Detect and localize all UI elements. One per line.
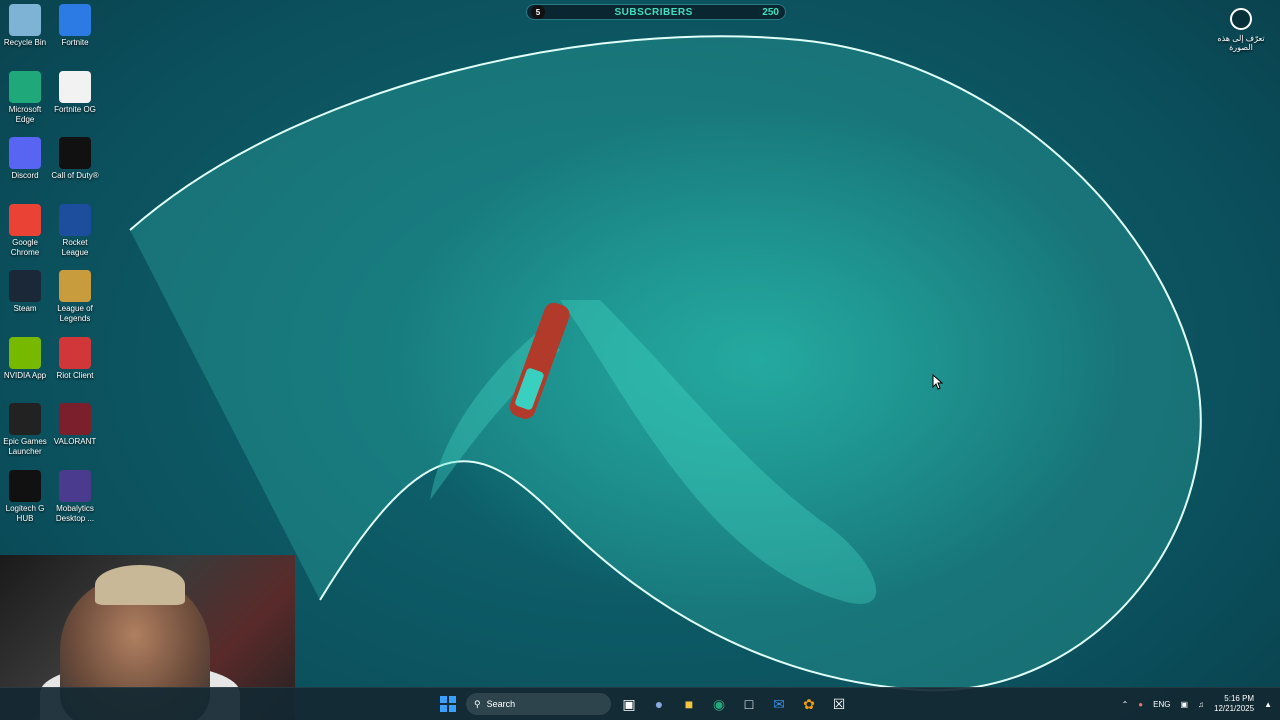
discord-icon <box>9 137 41 169</box>
recycle-bin-icon <box>9 4 41 36</box>
subscriber-counter: 5 SUBSCRIBERS 250 <box>526 4 786 20</box>
desktop-icon-label: Call of Duty® <box>51 171 99 180</box>
desktop-icon[interactable]: Fortnite <box>50 0 100 48</box>
microphone-icon[interactable]: ● <box>1138 700 1143 709</box>
mouse-cursor-icon <box>932 374 944 390</box>
learn-about-picture-label: تعرّف إلى هذه الصورة <box>1217 34 1265 52</box>
chrome-icon <box>9 203 41 236</box>
mobalytics-icon <box>59 469 91 502</box>
windows-icon <box>440 696 456 712</box>
riot-client-icon <box>59 336 91 369</box>
taskbar-file-explorer[interactable]: ■ <box>677 692 701 716</box>
epic-games-icon <box>9 403 41 435</box>
desktop-icon[interactable]: Logitech G HUB <box>0 466 50 524</box>
nvidia-icon <box>9 336 41 369</box>
desktop-icon-label: League of Legends <box>57 304 93 323</box>
file-icon <box>59 70 91 103</box>
desktop-icon-label: VALORANT <box>53 437 97 446</box>
logitech-icon <box>9 469 41 502</box>
desktop-icon-label: Rocket League <box>61 237 89 257</box>
desktop-icon[interactable]: Google Chrome <box>0 200 50 258</box>
desktop-icon-label: Riot Client <box>56 370 94 380</box>
desktop-icon-label: Fortnite <box>61 38 89 47</box>
taskbar-edge[interactable]: ◉ <box>707 692 731 716</box>
desktop-icon-label: Steam <box>13 304 37 313</box>
capcut-icon: ☒ <box>832 695 846 712</box>
desktop-icon[interactable]: Riot Client <box>50 333 100 381</box>
desktop-icon[interactable]: Rocket League <box>50 200 100 258</box>
taskbar-search-box[interactable]: ⚲ Search <box>466 693 611 715</box>
desktop-icon-label: Logitech G HUB <box>5 503 45 523</box>
chevron-up-icon[interactable]: ⌃ <box>1122 700 1129 709</box>
subscriber-goal: 250 <box>762 6 779 18</box>
desktop-icon-label: Epic Games Launcher <box>3 437 47 456</box>
clock-time: 5:16 PM <box>1224 694 1255 703</box>
camera-lens-icon <box>1230 8 1252 30</box>
desktop-icon-label: Mobalytics Desktop ... <box>55 503 95 523</box>
volume-icon[interactable]: ♫ <box>1198 700 1204 709</box>
task-view-button[interactable]: ▣ <box>617 692 641 716</box>
desktop-icon[interactable]: Mobalytics Desktop ... <box>50 466 100 524</box>
desktop-icon-label: Discord <box>11 171 39 180</box>
webcam-person-cap <box>95 565 185 605</box>
tray-language[interactable]: ENG <box>1153 700 1170 709</box>
desktop-icon[interactable]: NVIDIA App <box>0 333 50 381</box>
taskbar: ⚲ Search ▣ ● ■ ◉ □ ✉ ✿ ☒ ⌃ ● ENG ▣ ♫ 5:1… <box>0 687 1280 720</box>
subscriber-title: SUBSCRIBERS <box>614 6 693 18</box>
taskbar-outlook[interactable]: ✉ <box>767 692 791 716</box>
mail-icon: ✉ <box>773 695 785 712</box>
desktop-icon[interactable]: Microsoft Edge <box>0 67 50 125</box>
taskbar-app-orange[interactable]: ✿ <box>797 692 821 716</box>
copilot-icon: ● <box>654 696 664 712</box>
valorant-icon <box>59 403 91 435</box>
taskbar-store[interactable]: □ <box>737 692 761 716</box>
desktop-icon-label: Google Chrome <box>10 237 40 257</box>
store-icon: □ <box>744 696 754 712</box>
desktop-icon[interactable]: Steam <box>0 266 50 314</box>
folder-icon: ■ <box>684 696 694 712</box>
network-icon[interactable]: ▣ <box>1180 700 1188 709</box>
desktop-icon[interactable]: Recycle Bin <box>0 0 50 48</box>
task-view-icon: ▣ <box>622 695 636 712</box>
app-icon: ✿ <box>803 695 815 712</box>
call-of-duty-icon <box>59 137 91 169</box>
learn-about-picture-button[interactable]: تعرّف إلى هذه الصورة <box>1214 8 1268 52</box>
desktop-icon-label: NVIDIA App <box>3 370 47 380</box>
league-of-legends-icon <box>59 270 91 302</box>
edge-icon <box>9 70 41 103</box>
edge-icon: ◉ <box>712 695 726 712</box>
desktop-icon[interactable]: League of Legends <box>50 266 100 324</box>
desktop-icon[interactable]: Epic Games Launcher <box>0 399 50 457</box>
clock-date: 12/21/2025 <box>1214 704 1255 713</box>
desktop-icon-label: Fortnite OG <box>54 104 96 114</box>
desktop-icon-label: Recycle Bin <box>3 38 47 47</box>
desktop-icon[interactable]: Discord <box>0 133 50 181</box>
steam-icon <box>9 270 41 302</box>
subscriber-current: 5 <box>531 5 545 19</box>
system-tray: ⌃ ● ENG ▣ ♫ 5:16 PM 12/21/2025 ▲ <box>1122 688 1272 720</box>
desktop-icon[interactable]: Call of Duty® <box>50 133 100 181</box>
taskbar-capcut[interactable]: ☒ <box>827 692 851 716</box>
rocket-league-icon <box>59 203 91 236</box>
desktop-icon[interactable]: VALORANT <box>50 399 100 447</box>
desktop-icon-label: Microsoft Edge <box>8 104 42 124</box>
search-icon: ⚲ <box>474 698 481 709</box>
fortnite-icon <box>59 4 91 36</box>
taskbar-search-label: Search <box>486 699 516 709</box>
taskbar-clock[interactable]: 5:16 PM 12/21/2025 <box>1214 694 1254 714</box>
taskbar-apps: ⚲ Search ▣ ● ■ ◉ □ ✉ ✿ ☒ <box>436 688 851 720</box>
taskbar-copilot[interactable]: ● <box>647 692 671 716</box>
notification-bell-icon[interactable]: ▲ <box>1264 700 1272 709</box>
start-button[interactable] <box>436 692 460 716</box>
desktop-icon[interactable]: Fortnite OG <box>50 67 100 115</box>
